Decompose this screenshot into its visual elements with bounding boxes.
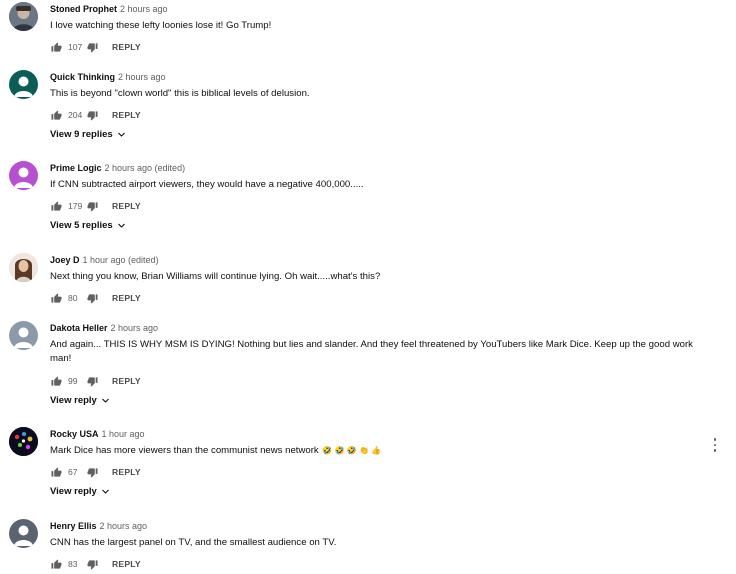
avatar[interactable] xyxy=(9,321,38,350)
comment-text: If CNN subtracted airport viewers, they … xyxy=(50,179,364,190)
chevron-down-icon xyxy=(117,221,126,230)
avatar[interactable] xyxy=(9,519,38,548)
comment-text: Next thing you know, Brian Williams will… xyxy=(50,271,381,282)
author-name[interactable]: Rocky USA xyxy=(50,429,99,439)
thumbs-down-icon[interactable] xyxy=(86,41,98,53)
comment-time[interactable]: 2 hours ago (edited) xyxy=(105,163,186,173)
view-replies-label: View reply xyxy=(50,395,97,406)
author-name[interactable]: Quick Thinking xyxy=(50,72,115,82)
thumbs-up-icon[interactable] xyxy=(50,375,62,387)
author-name[interactable]: Joey D xyxy=(50,255,80,265)
reply-button[interactable]: REPLY xyxy=(112,376,141,386)
comment-actions: 107 REPLY xyxy=(50,40,141,54)
comment-header: Stoned Prophet 2 hours ago xyxy=(50,3,168,15)
like-count: 80 xyxy=(68,293,78,303)
thumbs-up-icon[interactable] xyxy=(50,109,62,121)
reply-button[interactable]: REPLY xyxy=(112,293,141,303)
view-replies-button[interactable]: View 9 replies xyxy=(50,129,126,140)
comment-time[interactable]: 2 hours ago xyxy=(100,521,148,531)
comment-text: Mark Dice has more viewers than the comm… xyxy=(50,444,710,458)
view-replies-label: View 5 replies xyxy=(50,220,113,231)
comment-actions: 67 REPLY xyxy=(50,465,141,479)
comment-time[interactable]: 1 hour ago (edited) xyxy=(83,255,159,265)
author-name[interactable]: Henry Ellis xyxy=(50,521,97,531)
thumbs-up-icon[interactable] xyxy=(50,200,62,212)
thumbs-down-icon[interactable] xyxy=(86,375,98,387)
comment-header: Dakota Heller 2 hours ago xyxy=(50,322,158,334)
comment-header: Quick Thinking 2 hours ago xyxy=(50,71,166,83)
like-count: 67 xyxy=(68,467,78,477)
thumbs-up-icon[interactable] xyxy=(50,558,62,570)
more-vert-icon[interactable] xyxy=(709,436,721,454)
comment-actions: 83 REPLY xyxy=(50,557,141,571)
comment-time[interactable]: 2 hours ago xyxy=(111,323,159,333)
comment-time[interactable]: 2 hours ago xyxy=(120,4,168,14)
view-replies-label: View 9 replies xyxy=(50,129,113,140)
thumbs-down-icon[interactable] xyxy=(86,558,98,570)
thumbs-down-icon[interactable] xyxy=(86,466,98,478)
comment-text: I love watching these lefty loonies lose… xyxy=(50,20,272,31)
comment-text: And again... THIS IS WHY MSM IS DYING! N… xyxy=(50,339,693,364)
thumbs-down-icon[interactable] xyxy=(86,200,98,212)
comment-time[interactable]: 1 hour ago xyxy=(102,429,145,439)
like-count: 83 xyxy=(68,559,78,569)
like-count: 99 xyxy=(68,376,78,386)
view-replies-label: View reply xyxy=(50,486,97,497)
reply-button[interactable]: REPLY xyxy=(112,201,141,211)
view-replies-button[interactable]: View 5 replies xyxy=(50,220,126,231)
avatar[interactable] xyxy=(9,2,38,31)
avatar[interactable] xyxy=(9,70,38,99)
author-name[interactable]: Prime Logic xyxy=(50,163,102,173)
comment-text-body: Mark Dice has more viewers than the comm… xyxy=(50,445,319,456)
comment-actions: 204 REPLY xyxy=(50,108,141,122)
thumbs-up-icon[interactable] xyxy=(50,41,62,53)
view-replies-button[interactable]: View reply xyxy=(50,395,110,406)
comment-actions: 179 REPLY xyxy=(50,199,141,213)
reply-button[interactable]: REPLY xyxy=(112,110,141,120)
like-count: 204 xyxy=(68,110,83,120)
chevron-down-icon xyxy=(101,396,110,405)
comment-text: This is beyond "clown world" this is bib… xyxy=(50,88,310,99)
like-count: 179 xyxy=(68,201,83,211)
comment-header: Prime Logic 2 hours ago (edited) xyxy=(50,162,185,174)
chevron-down-icon xyxy=(101,487,110,496)
comment-header: Henry Ellis 2 hours ago xyxy=(50,520,147,532)
author-name[interactable]: Dakota Heller xyxy=(50,323,108,333)
comment-text: CNN has the largest panel on TV, and the… xyxy=(50,537,337,548)
like-count: 107 xyxy=(68,42,83,52)
comment-actions: 80 REPLY xyxy=(50,291,141,305)
reply-button[interactable]: REPLY xyxy=(112,467,141,477)
comment-time[interactable]: 2 hours ago xyxy=(118,72,166,82)
avatar[interactable] xyxy=(9,427,38,456)
thumbs-up-icon[interactable] xyxy=(50,466,62,478)
author-name[interactable]: Stoned Prophet xyxy=(50,4,117,14)
avatar[interactable] xyxy=(9,253,38,282)
reply-button[interactable]: REPLY xyxy=(112,559,141,569)
comment-header: Joey D1 hour ago (edited) xyxy=(50,254,159,266)
thumbs-down-icon[interactable] xyxy=(86,292,98,304)
view-replies-button[interactable]: View reply xyxy=(50,486,110,497)
thumbs-down-icon[interactable] xyxy=(86,109,98,121)
comment-header: Rocky USA 1 hour ago xyxy=(50,428,145,440)
chevron-down-icon xyxy=(117,130,126,139)
comment-actions: 99 REPLY xyxy=(50,374,141,388)
thumbs-up-icon[interactable] xyxy=(50,292,62,304)
comments-section: Stoned Prophet 2 hours ago I love watchin… xyxy=(0,0,736,574)
reply-button[interactable]: REPLY xyxy=(112,42,141,52)
avatar[interactable] xyxy=(9,161,38,190)
emoji-row: 🤣 🤣 🤣 👏 👍 xyxy=(322,446,382,455)
